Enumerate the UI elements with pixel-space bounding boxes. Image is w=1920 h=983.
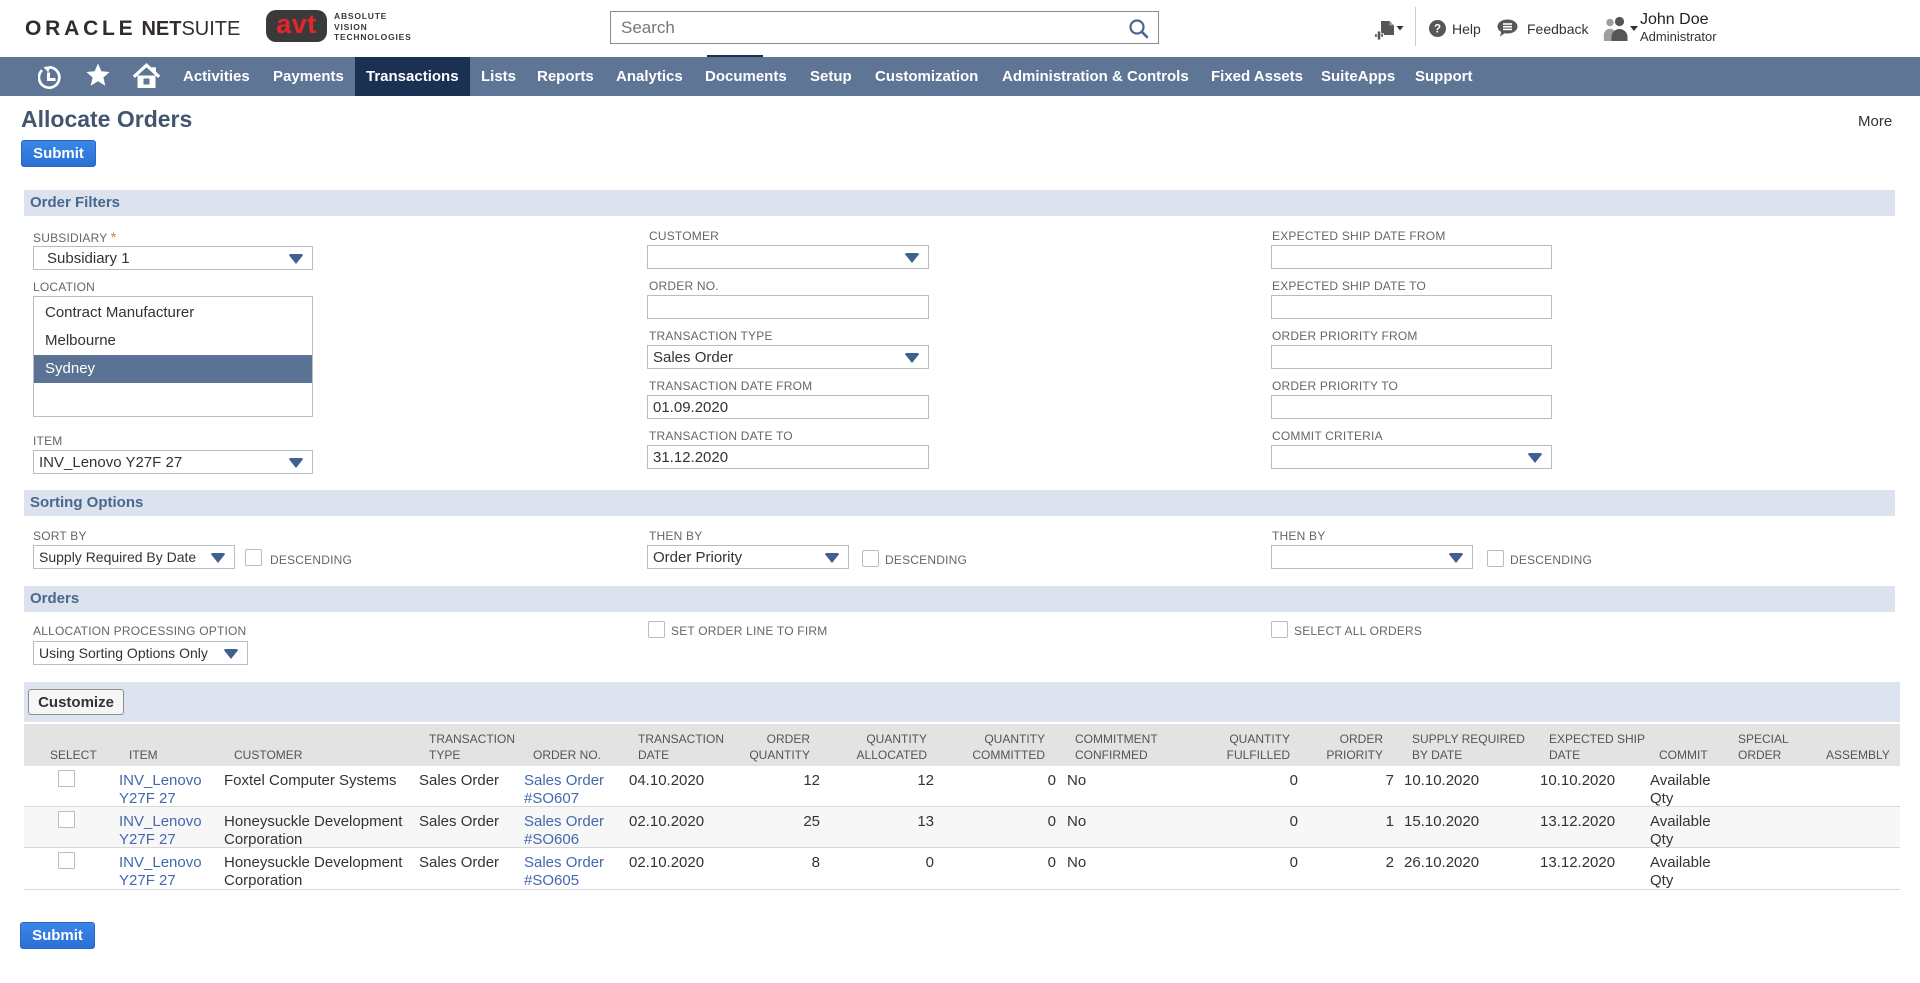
- svg-text:?: ?: [1434, 24, 1441, 36]
